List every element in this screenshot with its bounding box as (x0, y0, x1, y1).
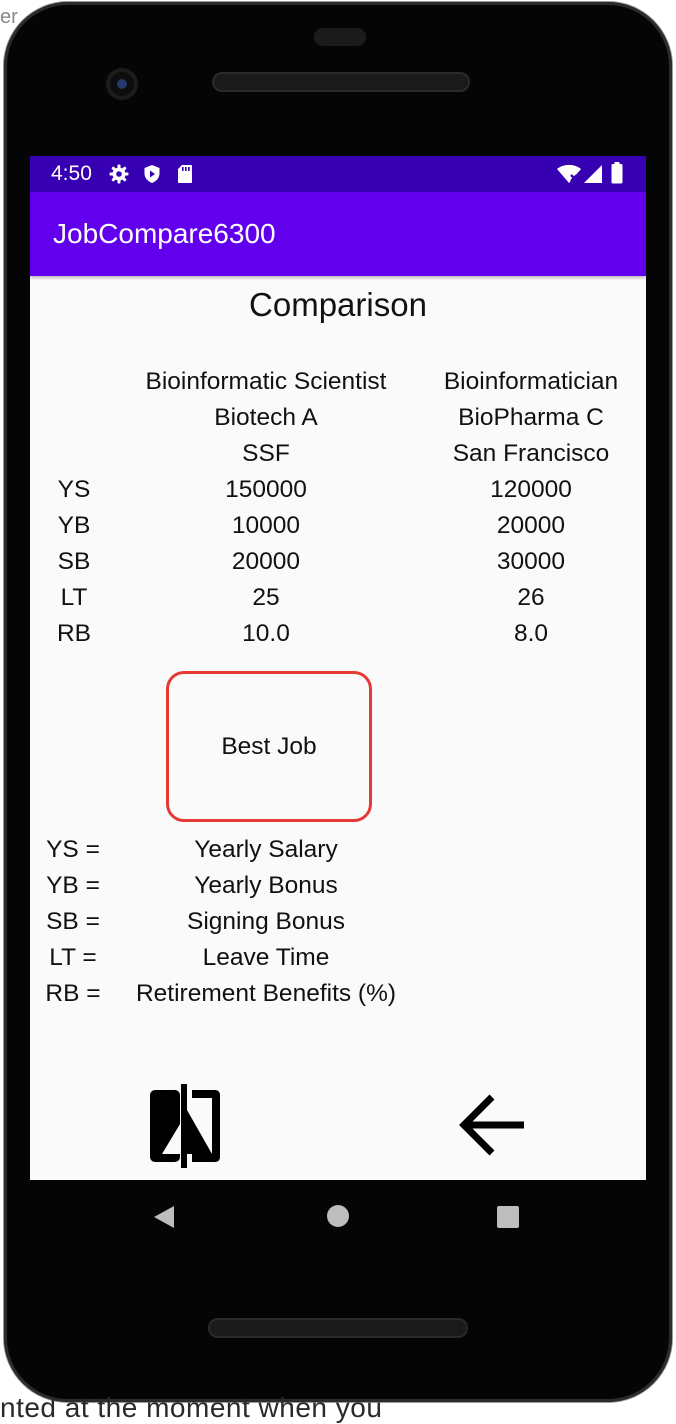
home-circle-icon[interactable] (326, 1204, 350, 1233)
status-time: 4:50 (51, 162, 92, 185)
page-title: Comparison (249, 286, 427, 323)
wifi-icon (556, 164, 582, 189)
shield-icon (143, 164, 161, 189)
bottom-speaker (208, 1318, 468, 1338)
row-label-lt: LT (60, 584, 88, 611)
app-title: JobCompare6300 (53, 218, 276, 249)
legend-meaning-lt: Leave Time (202, 944, 330, 971)
job2-title: Bioinformatician (443, 368, 619, 395)
legend-meaning-sb: Signing Bonus (186, 908, 345, 935)
job1-leave-time: 25 (252, 584, 280, 611)
best-job-label: Best Job (221, 732, 317, 760)
signal-icon (583, 164, 603, 189)
row-label-yb: YB (57, 512, 91, 539)
best-job-button[interactable]: Best Job (166, 671, 372, 822)
legend-abbr-sb: SB = (46, 908, 100, 935)
job1-signing-bonus: 20000 (231, 548, 301, 575)
legend-abbr-yb: YB = (46, 872, 100, 899)
job1-company: Biotech A (214, 404, 318, 431)
job2-yearly-bonus: 20000 (496, 512, 566, 539)
back-arrow-icon[interactable] (458, 1092, 526, 1163)
background-text-top: er (0, 6, 18, 28)
job2-signing-bonus: 30000 (496, 548, 566, 575)
sd-card-icon (177, 164, 193, 189)
row-label-ys: YS (57, 476, 91, 503)
job1-title: Bioinformatic Scientist (145, 368, 387, 395)
job2-retirement-benefits: 8.0 (513, 620, 549, 647)
compare-icon[interactable] (148, 1080, 224, 1175)
job1-location: SSF (242, 440, 290, 467)
gear-icon (109, 164, 129, 189)
front-camera (106, 68, 138, 100)
row-label-sb: SB (57, 548, 91, 575)
device-screen: 4:50 JobCompare6300 Comparison Bioinform… (30, 156, 646, 1180)
earpiece-speaker (212, 72, 470, 92)
job2-company: BioPharma C (458, 404, 604, 431)
job2-location: San Francisco (452, 440, 610, 467)
row-label-rb: RB (56, 620, 92, 647)
battery-icon (611, 162, 623, 189)
background-text-bottom: nted at the moment when you (0, 1392, 383, 1423)
legend-meaning-yb: Yearly Bonus (194, 872, 338, 899)
comparison-content: Comparison Bioinformatic Scientist Bioin… (30, 276, 646, 1180)
job1-yearly-salary: 150000 (225, 476, 307, 503)
app-bar: JobCompare6300 (30, 192, 646, 276)
legend-abbr-rb: RB = (45, 980, 101, 1007)
back-triangle-icon[interactable] (152, 1204, 176, 1235)
legend-meaning-rb: Retirement Benefits (%) (135, 980, 397, 1007)
legend-meaning-ys: Yearly Salary (194, 836, 338, 863)
job1-retirement-benefits: 10.0 (242, 620, 290, 647)
legend-abbr-ys: YS = (46, 836, 100, 863)
job2-leave-time: 26 (517, 584, 545, 611)
job2-yearly-salary: 120000 (490, 476, 572, 503)
system-navigation-bar (130, 1192, 550, 1242)
legend-abbr-lt: LT = (49, 944, 97, 971)
job1-yearly-bonus: 10000 (231, 512, 301, 539)
top-sensor (314, 28, 366, 46)
recents-square-icon[interactable] (496, 1205, 520, 1234)
status-bar: 4:50 (30, 156, 646, 192)
